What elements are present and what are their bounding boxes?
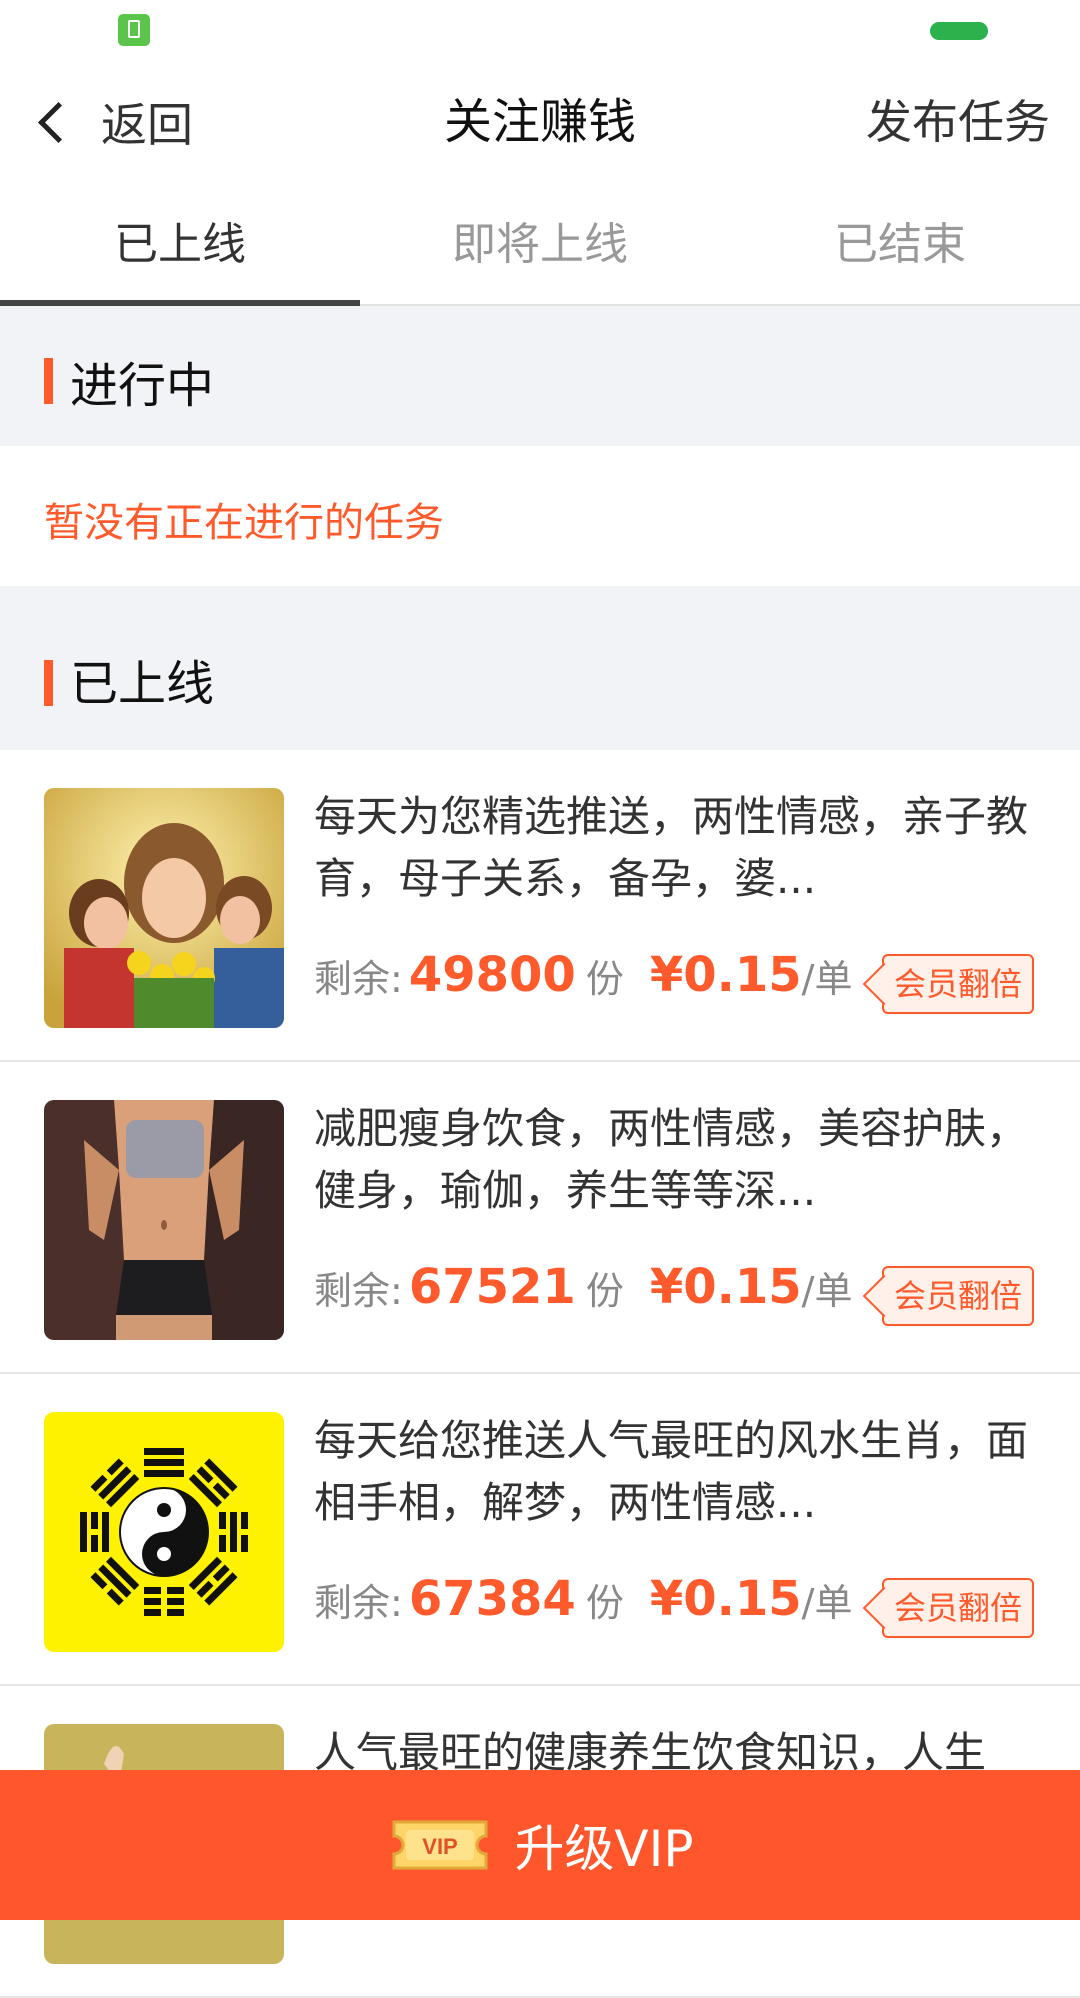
remaining-count: 67384: [408, 1571, 576, 1627]
price-unit: /单: [801, 956, 853, 1001]
remaining-label: 剩余:: [314, 1268, 403, 1313]
section-header-ongoing: 进行中: [0, 306, 1080, 446]
tab-ended[interactable]: 已结束: [720, 184, 1080, 304]
task-list-item[interactable]: 每天为您精选推送，两性情感，亲子教育，母子关系，备孕，婆... 剩余: 4980…: [0, 750, 1080, 1062]
upgrade-vip-label: 升级VIP: [514, 1820, 694, 1878]
remaining-unit: 份: [585, 956, 624, 1001]
status-bar: [0, 0, 1080, 60]
task-meta: 剩余: 67521 份 ¥0.15 /单: [314, 1252, 852, 1322]
tab-bar: 已上线 即将上线 已结束: [0, 184, 1080, 306]
remaining-unit: 份: [585, 1268, 624, 1313]
section-title: 进行中: [70, 358, 215, 414]
yin-yang-bagua-icon: [44, 1412, 284, 1652]
remaining-count: 67521: [408, 1259, 576, 1315]
signal-indicator: [930, 22, 988, 40]
upgrade-vip-button[interactable]: VIP 升级VIP: [0, 1770, 1080, 1920]
chevron-left-icon: [37, 101, 80, 143]
mother-children-icon: [44, 788, 284, 1028]
task-description: 减肥瘦身饮食，两性情感，美容护肤，健身，瑜伽，养生等等深...: [314, 1104, 1029, 1215]
vip-double-badge: 会员翻倍: [882, 1266, 1034, 1326]
price-unit: /单: [801, 1268, 853, 1313]
empty-state: 暂没有正在进行的任务: [0, 446, 1080, 586]
section-title: 已上线: [70, 656, 215, 712]
back-label: 返回: [101, 98, 193, 152]
remaining-label: 剩余:: [314, 1580, 403, 1625]
app-header: 返回 关注赚钱 发布任务: [0, 60, 1080, 184]
task-description: 每天为您精选推送，两性情感，亲子教育，母子关系，备孕，婆...: [314, 792, 1029, 903]
task-price: ¥0.15: [649, 1571, 802, 1627]
back-button[interactable]: 返回: [30, 60, 193, 184]
tab-upcoming[interactable]: 即将上线: [360, 184, 720, 304]
task-list-item[interactable]: 每天给您推送人气最旺的风水生肖，面相手相，解梦，两性情感... 剩余: 6738…: [0, 1374, 1080, 1686]
task-price: ¥0.15: [649, 947, 802, 1003]
publish-task-button[interactable]: 发布任务: [866, 60, 1050, 184]
price-unit: /单: [801, 1580, 853, 1625]
tab-online[interactable]: 已上线: [0, 184, 360, 306]
task-description: 每天给您推送人气最旺的风水生肖，面相手相，解梦，两性情感...: [314, 1416, 1029, 1527]
task-meta: 剩余: 49800 份 ¥0.15 /单: [314, 940, 852, 1010]
svg-text:VIP: VIP: [423, 1834, 458, 1859]
remaining-label: 剩余:: [314, 956, 403, 1001]
remaining-unit: 份: [585, 1580, 624, 1625]
remaining-count: 49800: [408, 947, 576, 1003]
vip-double-badge: 会员翻倍: [882, 954, 1034, 1014]
battery-icon: [118, 14, 150, 46]
section-accent-bar: [44, 358, 53, 404]
vip-ticket-icon: VIP: [392, 1820, 488, 1870]
vip-double-badge: 会员翻倍: [882, 1578, 1034, 1638]
section-header-online: 已上线: [0, 586, 1080, 750]
task-meta: 剩余: 67384 份 ¥0.15 /单: [314, 1564, 852, 1634]
empty-state-text: 暂没有正在进行的任务: [44, 500, 444, 546]
task-list-item[interactable]: 减肥瘦身饮食，两性情感，美容护肤，健身，瑜伽，养生等等深... 剩余: 6752…: [0, 1062, 1080, 1374]
fitness-body-icon: [44, 1100, 284, 1340]
section-accent-bar: [44, 660, 53, 706]
task-price: ¥0.15: [649, 1259, 802, 1315]
